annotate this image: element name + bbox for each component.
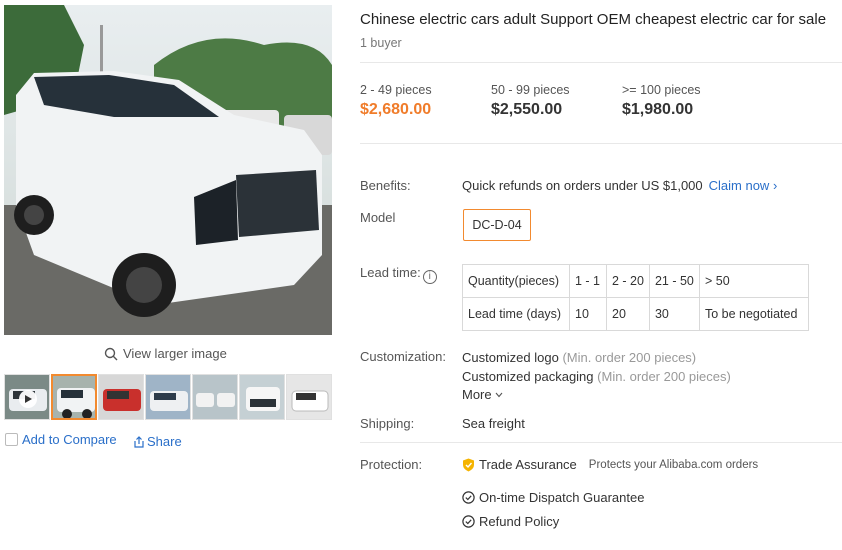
table-cell: Quantity(pieces): [462, 264, 570, 298]
table-cell: 1 - 1: [569, 264, 607, 298]
table-cell: To be negotiated: [698, 297, 809, 331]
table-row: Quantity(pieces) 1 - 1 2 - 20 21 - 50 > …: [462, 264, 809, 298]
lead-time-table: Quantity(pieces) 1 - 1 2 - 20 21 - 50 > …: [462, 264, 809, 331]
chevron-down-icon: [495, 392, 503, 397]
customization-note: (Min. order 200 pieces): [597, 369, 731, 384]
table-row: Lead time (days) 10 20 30 To be negotiat…: [462, 297, 809, 331]
check-circle-icon: [462, 515, 475, 528]
customization-label: Customization:: [360, 349, 446, 364]
table-cell: 10: [569, 297, 607, 331]
table-cell: Lead time (days): [462, 297, 570, 331]
share-link[interactable]: Share: [133, 434, 182, 449]
table-cell: 2 - 20: [606, 264, 650, 298]
tier-quantity: >= 100 pieces: [622, 83, 701, 97]
benefits-text: Quick refunds on orders under US $1,000: [462, 178, 703, 193]
customization-name: Customized logo: [462, 350, 559, 365]
check-circle-icon: [462, 491, 475, 504]
more-label: More: [462, 387, 492, 402]
trade-assurance-shield-icon: [463, 458, 474, 471]
trade-assurance: Trade Assurance Protects your Alibaba.co…: [462, 457, 758, 472]
guarantee-label: On-time Dispatch Guarantee: [479, 490, 645, 505]
guarantee-label: Refund Policy: [479, 514, 560, 529]
claim-now-link[interactable]: Claim now ›: [709, 178, 778, 193]
customization-item: Customized logo (Min. order 200 pieces): [462, 350, 696, 365]
thumbnail-image[interactable]: [145, 374, 191, 420]
thumbnail-strip: [4, 374, 332, 420]
shipping-value: Sea freight: [462, 416, 525, 431]
tier-price: $2,680.00: [360, 101, 432, 118]
tier-quantity: 2 - 49 pieces: [360, 83, 432, 97]
thumbnail-image[interactable]: [192, 374, 238, 420]
trade-assurance-label: Trade Assurance: [479, 457, 577, 472]
claim-now-label: Claim now: [708, 178, 770, 193]
more-button[interactable]: More: [462, 387, 503, 402]
magnifier-icon: [104, 347, 118, 360]
table-cell: 30: [648, 297, 700, 331]
share-icon: [134, 435, 144, 448]
divider: [360, 62, 842, 63]
price-tier: >= 100 pieces $1,980.00: [622, 83, 701, 119]
customization-note: (Min. order 200 pieces): [562, 350, 697, 365]
table-cell: > 50: [698, 264, 809, 298]
shipping-label: Shipping:: [360, 416, 415, 431]
customization-item: Customized packaging (Min. order 200 pie…: [462, 369, 731, 384]
product-title: Chinese electric cars adult Support OEM …: [360, 11, 827, 28]
guarantee-item: On-time Dispatch Guarantee: [462, 490, 644, 505]
thumbnail-image[interactable]: [239, 374, 285, 420]
main-product-image[interactable]: [4, 5, 332, 335]
play-icon: [19, 390, 37, 408]
thumbnail-image[interactable]: [98, 374, 144, 420]
add-to-compare-label: Add to Compare: [22, 432, 117, 447]
price-tier: 50 - 99 pieces $2,550.00: [491, 83, 570, 119]
thumbnail-image[interactable]: [51, 374, 97, 420]
benefits-value: Quick refunds on orders under US $1,000 C…: [462, 178, 777, 193]
chevron-right-icon: ›: [772, 178, 778, 193]
table-cell: 21 - 50: [648, 264, 700, 298]
table-cell: 20: [606, 297, 650, 331]
view-larger-label: View larger image: [123, 346, 227, 361]
lead-time-label-text: Lead time:: [360, 265, 421, 280]
thumbnail-image[interactable]: [286, 374, 332, 420]
trade-assurance-sub: Protects your Alibaba.com orders: [588, 458, 759, 471]
tier-price: $1,980.00: [622, 101, 694, 118]
divider: [360, 442, 842, 443]
thumbnail-video[interactable]: [4, 374, 50, 420]
lead-time-label: Lead time: i: [360, 265, 437, 284]
model-label: Model: [360, 210, 396, 225]
add-to-compare[interactable]: Add to Compare: [5, 432, 117, 447]
price-tier: 2 - 49 pieces $2,680.00: [360, 83, 432, 119]
guarantee-item: Refund Policy: [462, 514, 559, 529]
car-photo: [4, 5, 332, 335]
divider: [360, 143, 842, 144]
share-label: Share: [147, 434, 182, 449]
protection-label: Protection:: [360, 457, 423, 472]
benefits-label: Benefits:: [360, 178, 411, 193]
customization-name: Customized packaging: [462, 369, 594, 384]
info-icon[interactable]: i: [422, 270, 437, 284]
model-option[interactable]: DC-D-04: [463, 209, 531, 241]
view-larger-image-link[interactable]: View larger image: [104, 346, 227, 361]
compare-checkbox[interactable]: [5, 433, 18, 446]
buyer-count: 1 buyer: [360, 36, 402, 50]
tier-quantity: 50 - 99 pieces: [491, 83, 570, 97]
tier-price: $2,550.00: [491, 101, 563, 118]
